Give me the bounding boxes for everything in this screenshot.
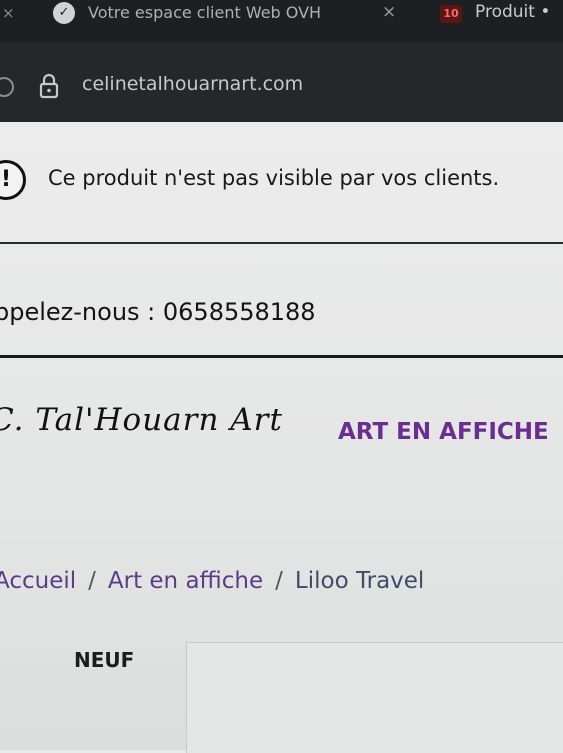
- breadcrumb-separator: /: [88, 568, 96, 594]
- close-icon[interactable]: ×: [2, 4, 15, 22]
- nav-item-art-en-affiche[interactable]: ART EN AFFICHE: [338, 419, 549, 445]
- address-bar: celinetalhouarnart.com: [0, 42, 563, 122]
- reload-icon[interactable]: [0, 77, 14, 97]
- phone-contact[interactable]: ppelez-nous : 0658558188: [0, 298, 316, 326]
- page-content: ! Ce produit n'est pas visible par vos c…: [0, 122, 563, 753]
- warning-icon: !: [0, 160, 26, 200]
- tab-close-icon[interactable]: ×: [382, 2, 396, 22]
- divider: [0, 242, 563, 244]
- tab-title[interactable]: Votre espace client Web OVH: [88, 3, 321, 22]
- tab-notification-badge: 10: [440, 5, 462, 23]
- lock-icon[interactable]: [38, 73, 60, 99]
- product-image-area[interactable]: [186, 642, 563, 753]
- notice-text: Ce produit n'est pas visible par vos cli…: [48, 166, 500, 190]
- browser-tab-bar: × ✓ Votre espace client Web OVH × 10 Pro…: [0, 0, 563, 42]
- breadcrumb: Accueil / Art en affiche / Liloo Travel: [0, 568, 424, 594]
- visibility-notice: ! Ce produit n'est pas visible par vos c…: [0, 122, 563, 242]
- logo-text: C. Tal'Houarn Art: [0, 402, 283, 438]
- breadcrumb-item-accueil[interactable]: Accueil: [0, 568, 76, 594]
- breadcrumb-item-art-en-affiche[interactable]: Art en affiche: [108, 568, 263, 594]
- site-logo[interactable]: C. Tal'Houarn Art: [0, 402, 282, 462]
- url-field[interactable]: celinetalhouarnart.com: [82, 73, 303, 95]
- tab-title-produit[interactable]: Produit •: [475, 2, 550, 22]
- ovh-favicon-icon: ✓: [53, 2, 75, 24]
- new-product-badge: NEUF: [74, 648, 135, 672]
- breadcrumb-item-current: Liloo Travel: [294, 568, 425, 594]
- divider: [0, 355, 563, 358]
- breadcrumb-separator: /: [275, 568, 283, 594]
